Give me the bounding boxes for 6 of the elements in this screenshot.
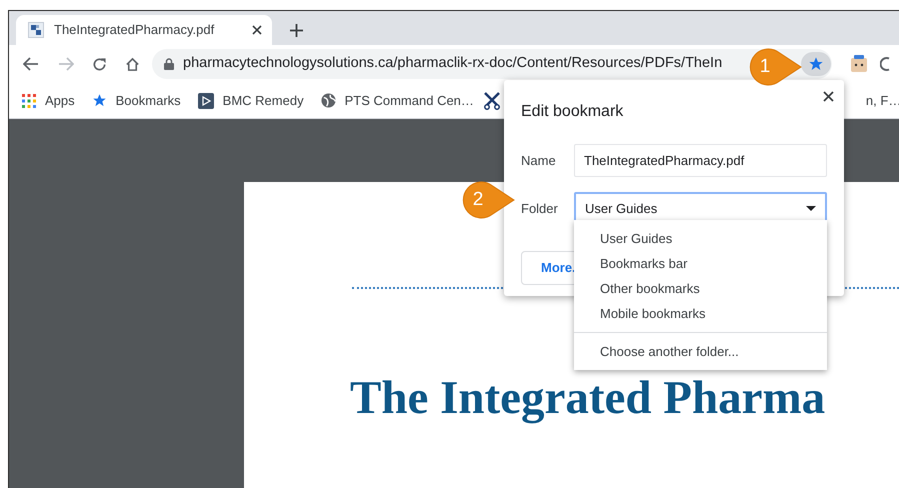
document-heading: The Integrated Pharma	[350, 375, 826, 422]
url-text: pharmacytechnologysolutions.ca/pharmaclik-rx-doc/Content/Resources/PDFs/TheIn	[183, 54, 722, 74]
field-label: Name	[521, 152, 557, 170]
dialog-title: Edit bookmark	[521, 102, 624, 122]
field-label: Folder	[521, 200, 559, 218]
tab-title: TheIntegratedPharmacy.pdf	[54, 21, 216, 40]
